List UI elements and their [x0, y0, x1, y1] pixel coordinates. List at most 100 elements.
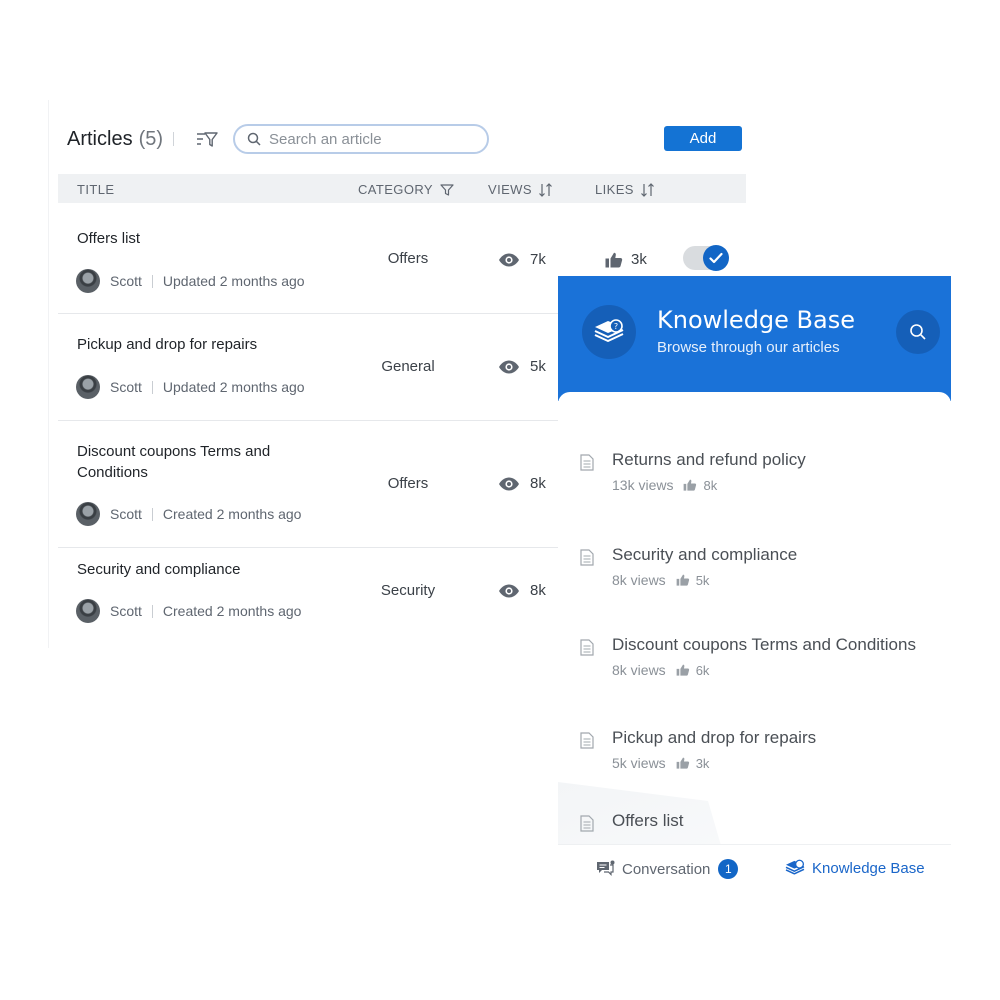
meta-divider [151, 507, 153, 521]
eye-icon [499, 253, 519, 266]
table-row[interactable]: Discount coupons Terms and Conditions Sc… [58, 421, 559, 548]
kb-logo: ? [582, 305, 636, 359]
avatar [76, 599, 100, 623]
article-meta: Scott Created 2 months ago [76, 502, 301, 526]
kb-item-likes: 6k [676, 663, 709, 678]
updated-time: Created 2 months ago [162, 603, 302, 619]
author-name: Scott [110, 603, 142, 619]
thumbs-up-icon [605, 252, 623, 267]
document-icon [580, 815, 594, 832]
kb-item-stats: 8k views 6k [612, 662, 709, 678]
column-header-likes[interactable]: LIKES [595, 182, 656, 197]
kb-item-views: 8k views [612, 662, 666, 678]
column-header-views[interactable]: VIEWS [488, 182, 554, 197]
kb-item-stats: 5k views 3k [612, 755, 709, 771]
table-row[interactable]: Offers list Scott Updated 2 months ago O… [58, 203, 647, 314]
table-row[interactable]: Security and compliance Scott Created 2 … [58, 548, 559, 648]
kb-item-title[interactable]: Returns and refund policy [612, 450, 806, 470]
article-title[interactable]: Security and compliance [77, 559, 317, 580]
author-name: Scott [110, 506, 142, 522]
search-input[interactable] [269, 130, 479, 148]
kb-item-stats: 13k views 8k [612, 477, 717, 493]
toggle-knob [703, 245, 729, 271]
meta-divider [151, 604, 153, 618]
author-name: Scott [110, 273, 142, 289]
article-likes: 3k [605, 251, 647, 268]
svg-text:?: ? [614, 322, 618, 331]
publish-toggle[interactable] [683, 245, 729, 271]
sort-icon[interactable] [538, 182, 554, 197]
kb-item-likes: 8k [683, 478, 717, 493]
page-title: Articles [67, 127, 133, 150]
meta-divider [151, 274, 153, 288]
updated-time: Updated 2 months ago [162, 273, 305, 289]
kb-item-title[interactable]: Pickup and drop for repairs [612, 728, 816, 748]
add-article-button[interactable]: Add [664, 126, 742, 151]
knowledge-base-icon: ? [594, 319, 624, 342]
table-row[interactable]: Pickup and drop for repairs Scott Update… [58, 314, 559, 421]
kb-article-list: Returns and refund policy 13k views 8k S… [558, 392, 951, 898]
article-category: Offers [387, 250, 429, 267]
kb-item-title[interactable]: Offers list [612, 811, 683, 831]
kb-item-views: 8k views [612, 572, 666, 588]
sort-icon[interactable] [640, 182, 656, 197]
updated-time: Created 2 months ago [162, 506, 302, 522]
avatar [76, 502, 100, 526]
header-divider [173, 132, 175, 146]
conversation-icon [597, 860, 615, 876]
articles-header: Articles (5) [67, 124, 175, 154]
document-icon [580, 732, 594, 749]
article-views: 8k [498, 475, 546, 492]
search-icon [247, 132, 261, 146]
likes-count: 3k [631, 251, 647, 268]
eye-icon [499, 477, 519, 490]
kb-item-likes-count: 8k [703, 477, 718, 493]
column-category-label: CATEGORY [358, 182, 433, 197]
search-field[interactable] [233, 124, 489, 154]
eye-icon [499, 584, 519, 597]
article-category: Security [380, 582, 436, 599]
search-icon [910, 324, 926, 340]
article-title[interactable]: Offers list [77, 228, 317, 249]
article-views: 5k [498, 358, 546, 375]
kb-item-views: 5k views [612, 755, 666, 771]
article-count: (5) [138, 127, 164, 150]
kb-header: ? Knowledge Base Browse through our arti… [558, 276, 951, 401]
article-meta: Scott Updated 2 months ago [76, 375, 305, 399]
kb-footer-nav: Conversation 1 Knowledge Base [558, 844, 951, 898]
avatar [76, 269, 100, 293]
filter-icon[interactable] [439, 183, 455, 197]
thumbs-up-icon [676, 574, 689, 586]
views-count: 5k [530, 358, 546, 375]
article-title[interactable]: Pickup and drop for repairs [77, 334, 317, 355]
updated-time: Updated 2 months ago [162, 379, 305, 395]
article-meta: Scott Created 2 months ago [76, 599, 301, 623]
avatar [76, 375, 100, 399]
column-header-category[interactable]: CATEGORY [358, 182, 455, 197]
views-count: 7k [530, 251, 546, 268]
check-icon [709, 252, 723, 264]
views-count: 8k [530, 582, 546, 599]
column-views-label: VIEWS [488, 182, 532, 197]
tab-knowledge-base[interactable]: Knowledge Base [784, 859, 925, 877]
article-meta: Scott Updated 2 months ago [76, 269, 305, 293]
tab-conversation[interactable]: Conversation 1 [596, 859, 739, 879]
column-header-title: TITLE [77, 182, 114, 197]
filter-button[interactable] [195, 128, 219, 152]
kb-item-likes: 5k [676, 573, 709, 588]
document-icon [580, 549, 594, 566]
column-title-label: TITLE [77, 182, 115, 197]
tab-conversation-label: Conversation [622, 860, 711, 878]
document-icon [580, 639, 594, 656]
kb-item-title[interactable]: Security and compliance [612, 545, 797, 565]
knowledge-base-widget: ? Knowledge Base Browse through our arti… [558, 276, 951, 898]
views-count: 8k [530, 475, 546, 492]
article-views: 7k [498, 251, 546, 268]
kb-item-stats: 8k views 5k [612, 572, 709, 588]
kb-search-button[interactable] [896, 310, 940, 354]
article-views: 8k [498, 582, 546, 599]
thumbs-up-icon [676, 757, 689, 769]
kb-item-likes-count: 3k [695, 755, 710, 771]
kb-item-title[interactable]: Discount coupons Terms and Conditions [612, 635, 916, 655]
article-title[interactable]: Discount coupons Terms and Conditions [77, 441, 317, 483]
